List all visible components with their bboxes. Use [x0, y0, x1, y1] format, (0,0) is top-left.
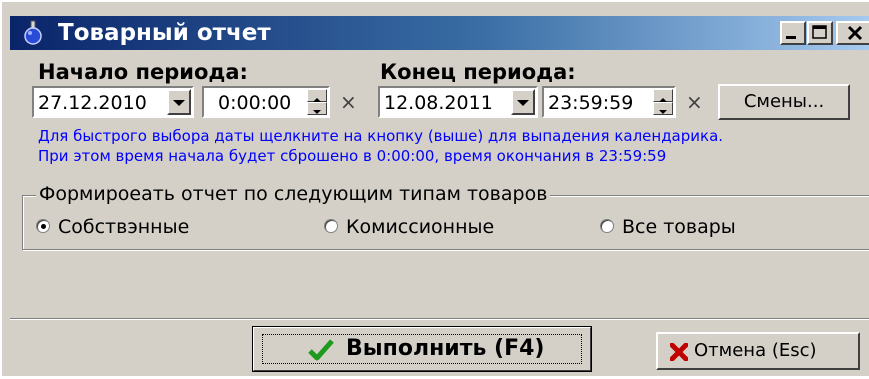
hint-line-2: При этом время начала будет сброшено в 0…: [38, 147, 667, 165]
chevron-down-icon: [517, 100, 529, 106]
radio-button[interactable]: [324, 219, 338, 233]
period-start-time-value: 0:00:00: [218, 92, 292, 114]
period-end-label: Конец периода:: [380, 60, 576, 84]
hint-line-1: Для быстрого выбора даты щелкните на кно…: [38, 127, 724, 145]
spin-up-button[interactable]: [653, 89, 673, 102]
spin-up-button[interactable]: [307, 89, 327, 102]
period-start-time-field[interactable]: 0:00:00: [202, 86, 330, 118]
period-start-date-dropdown[interactable]: [167, 89, 191, 115]
minimize-icon: [786, 36, 796, 39]
period-start-time-spinner[interactable]: [307, 89, 327, 115]
radio-label: Все товары: [622, 216, 736, 238]
checkmark-icon: [308, 339, 334, 361]
radio-label: Собствэнные: [58, 216, 190, 238]
minimize-button[interactable]: [780, 21, 806, 45]
arrow-down-icon: [313, 110, 321, 114]
title-bar[interactable]: Товарный отчет: [10, 16, 869, 50]
spin-down-button[interactable]: [307, 102, 327, 115]
radio-label: Комиссионные: [346, 216, 495, 238]
period-start-date-value: 27.12.2010: [38, 92, 147, 114]
period-end-date-dropdown[interactable]: [511, 89, 535, 115]
report-window: Товарный отчет Начало периода: 27.12.201…: [0, 0, 869, 376]
flask-icon: [24, 20, 42, 45]
period-end-date-value: 12.08.2011: [384, 92, 493, 114]
chevron-down-icon: [173, 100, 185, 106]
radio-button[interactable]: [36, 219, 50, 233]
cancel-button[interactable]: Отмена (Esc): [656, 332, 860, 370]
shifts-button[interactable]: Смены...: [718, 84, 850, 120]
arrow-down-icon: [659, 110, 667, 114]
period-end-time-field[interactable]: 23:59:59: [542, 86, 676, 118]
period-end-time-value: 23:59:59: [548, 92, 634, 114]
spin-down-button[interactable]: [653, 102, 673, 115]
period-start-label: Начало периода:: [38, 60, 248, 84]
period-end-date-field[interactable]: 12.08.2011: [378, 86, 538, 118]
radio-button[interactable]: [600, 219, 614, 233]
window-title: Товарный отчет: [58, 20, 271, 46]
run-button-label: Выполнить (F4): [346, 336, 545, 361]
maximize-button[interactable]: [807, 21, 833, 45]
cross-icon: [670, 343, 688, 361]
period-start-date-field[interactable]: 27.12.2010: [32, 86, 194, 118]
cancel-button-label: Отмена (Esc): [694, 340, 817, 361]
period-end-clear-button[interactable]: ×: [686, 90, 703, 114]
period-start-clear-button[interactable]: ×: [340, 90, 357, 114]
maximize-icon: [812, 25, 827, 39]
product-types-title: Формироeать отчет по следующим типам тов…: [36, 182, 551, 206]
run-button[interactable]: Выполнить (F4): [252, 326, 592, 372]
radio-selected-dot: [41, 224, 46, 229]
close-icon: [847, 25, 863, 41]
period-end-time-spinner[interactable]: [653, 89, 673, 115]
close-button[interactable]: [836, 21, 869, 45]
